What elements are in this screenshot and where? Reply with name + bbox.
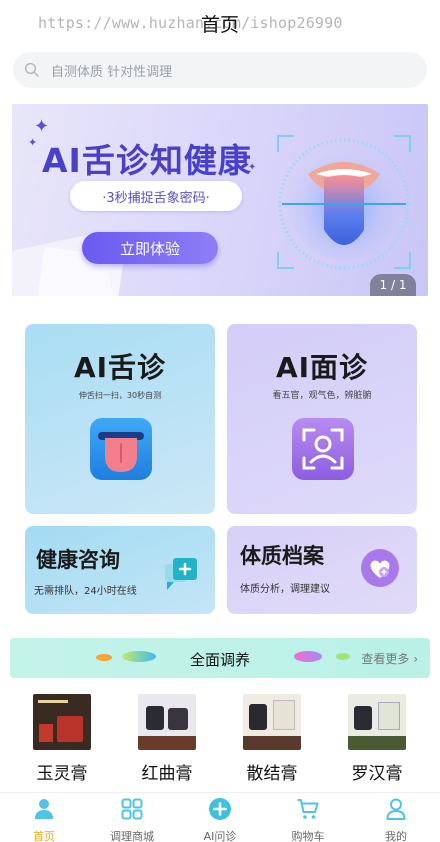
card-title: AI面诊 [275,351,369,384]
grid-icon [121,798,143,820]
tongue-icon [90,418,152,480]
chevron-right-icon: › [413,652,418,666]
product-image [354,706,372,730]
product-name: 散结膏 [246,764,298,784]
product-image [243,694,301,750]
person-icon [386,798,406,820]
product-image [146,706,164,730]
view-more-label: 查看更多 [361,652,410,666]
product-image [33,694,91,750]
view-more-link[interactable]: 查看更多 › [361,650,418,667]
product-item[interactable]: 红曲膏 [127,694,207,784]
banner-page-indicator: 1 / 1 [370,274,416,296]
chat-plus-icon [165,558,197,590]
product-image [348,736,406,750]
product-item[interactable]: 散结膏 [232,694,312,784]
product-item[interactable]: 罗汉膏 [337,694,417,784]
tab-label: 我的 [385,830,407,842]
face-scan-icon [292,418,354,480]
product-image [39,724,53,742]
card-title: 健康咨询 [36,548,120,572]
tab-label: 首页 [33,830,55,842]
product-name: 罗汉膏 [351,764,403,784]
decoration-blob [294,651,322,662]
search-placeholder: 自测体质 针对性调理 [51,64,173,80]
promo-banner[interactable]: ✦ ✦ ✦ AI舌诊知健康 ·3秒捕捉舌象密码· 立即体验 1 / 1 [12,104,428,296]
tab-home[interactable]: 首页 [0,797,88,842]
product-image [138,736,196,750]
product-item[interactable]: 玉灵膏 [22,694,102,784]
card-title: 体质档案 [240,544,324,568]
banner-tagline: ·3秒捕捉舌象密码· [70,181,242,211]
tab-cart[interactable]: 购物车 [264,797,352,842]
tab-label: 购物车 [291,830,325,842]
tab-shop[interactable]: 调理商城 [88,797,176,842]
plus-circle-icon [209,798,231,820]
product-image [378,702,400,730]
sparkle-icon: ✦ [28,136,38,149]
card-subtitle: 看五官，观气色，辨脏腑 [272,391,372,401]
card-subtitle: 伸舌扫一扫，30秒自测 [78,391,162,400]
search-icon [24,62,39,77]
heart-plus-icon [361,549,399,587]
product-image [57,716,83,742]
product-image [138,694,196,750]
tab-profile[interactable]: 我的 [352,797,440,842]
ai-face-diagnosis-card[interactable]: AI面诊 看五官，观气色，辨脏腑 [227,324,417,514]
product-image [38,700,68,703]
product-image [348,694,406,750]
product-name: 红曲膏 [141,764,193,784]
cart-icon [297,799,319,819]
top-bar: https://www.huzhan.com/ishop26990 首页 [0,0,440,44]
bottom-tab-bar: 首页 调理商城 AI问诊 购物车 我的 [0,792,440,842]
card-title: AI舌诊 [73,351,167,384]
comprehensive-care-section: 全面调养 查看更多 › [10,638,430,678]
banner-headline: AI舌诊知健康 [42,141,252,180]
user-icon [35,799,53,819]
tongue-scan-illustration [277,135,411,270]
product-name: 玉灵膏 [36,764,88,784]
constitution-archive-card[interactable]: 体质档案 体质分析，调理建议 [227,526,417,614]
product-image [243,736,301,750]
tab-ai-consult[interactable]: AI问诊 [176,797,264,842]
card-subtitle: 体质分析，调理建议 [240,584,330,595]
page-title: 首页 [200,14,239,36]
search-input[interactable]: 自测体质 针对性调理 [13,52,427,88]
card-subtitle: 无需排队，24小时在线 [34,586,137,597]
ai-tongue-diagnosis-card[interactable]: AI舌诊 伸舌扫一扫，30秒自测 [25,324,215,514]
tab-label: 调理商城 [110,830,154,842]
health-consult-card[interactable]: 健康咨询 无需排队，24小时在线 [25,526,215,614]
product-image [273,700,295,730]
tab-label: AI问诊 [203,830,237,842]
product-image [249,704,267,730]
try-now-button[interactable]: 立即体验 [82,232,218,264]
product-image [168,708,188,730]
decoration-blob [336,653,350,660]
